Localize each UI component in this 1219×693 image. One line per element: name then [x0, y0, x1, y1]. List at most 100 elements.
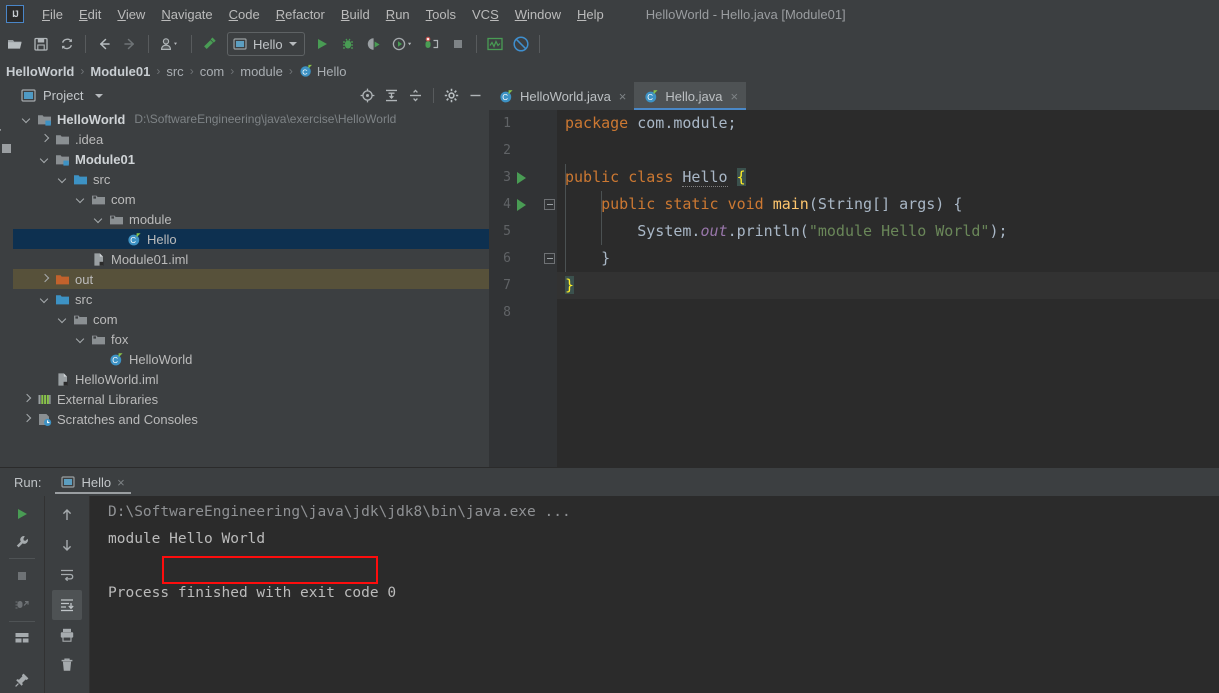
chevron-right-icon[interactable]: [39, 134, 50, 145]
clear-all-button[interactable]: [52, 650, 82, 680]
chevron-right-icon[interactable]: [21, 394, 32, 405]
breadcrumb-item-hello[interactable]: C Hello: [299, 64, 347, 79]
close-icon[interactable]: ×: [619, 89, 627, 104]
gutter-line-4[interactable]: 4: [489, 191, 557, 218]
collapse-all-icon[interactable]: [408, 88, 423, 103]
code-line-5[interactable]: System.out.println("module Hello World")…: [557, 218, 1219, 245]
sync-icon[interactable]: [55, 32, 79, 56]
code-editor[interactable]: 1 2 3 4 5 6 7 8 package com.module; public clas…: [489, 110, 1219, 467]
expand-all-icon[interactable]: [384, 88, 399, 103]
tree-node-helloworld[interactable]: C HelloWorld: [13, 349, 489, 369]
chevron-down-icon[interactable]: [21, 114, 32, 125]
code-line-7[interactable]: }: [557, 272, 1219, 299]
menu-item-tools[interactable]: Tools: [418, 4, 464, 25]
open-icon[interactable]: [3, 32, 27, 56]
menu-item-run[interactable]: Run: [378, 4, 418, 25]
run-gutter-icon[interactable]: [517, 198, 526, 211]
editor-tab-helloworld-java[interactable]: C HelloWorld.java ×: [489, 82, 635, 110]
minimize-icon[interactable]: [468, 88, 483, 103]
tree-node-helloworld[interactable]: HelloWorld D:\SoftwareEngineering\java\ex…: [13, 109, 489, 129]
breadcrumb-item-module[interactable]: module: [240, 64, 283, 79]
profiler-icon[interactable]: [388, 32, 418, 56]
forward-arrow-icon[interactable]: [118, 32, 142, 56]
scroll-down-button[interactable]: [52, 530, 82, 560]
chevron-down-icon[interactable]: [39, 154, 50, 165]
chevron-right-icon[interactable]: [39, 274, 50, 285]
gear-icon[interactable]: [444, 88, 459, 103]
code-fold-icon[interactable]: [544, 199, 555, 210]
debug-bug-icon[interactable]: [336, 32, 360, 56]
stop-button[interactable]: [7, 562, 37, 590]
settings-wrench-button[interactable]: [7, 528, 37, 556]
breadcrumb-item-helloworld[interactable]: HelloWorld: [6, 64, 74, 79]
menu-item-refactor[interactable]: Refactor: [268, 4, 333, 25]
tree-node-hello[interactable]: C Hello: [13, 229, 489, 249]
pin-button[interactable]: [7, 666, 37, 693]
gutter-line-2[interactable]: 2: [489, 137, 557, 164]
chevron-right-icon[interactable]: [21, 414, 32, 425]
chevron-down-icon[interactable]: [288, 42, 297, 46]
tool-window-button-project[interactable]: Project: [0, 86, 2, 146]
menu-item-window[interactable]: Window: [507, 4, 569, 25]
chevron-down-icon[interactable]: [93, 214, 104, 225]
chevron-down-icon[interactable]: [95, 93, 104, 98]
code-line-8[interactable]: [557, 299, 1219, 326]
scroll-to-end-button[interactable]: [52, 590, 82, 620]
back-arrow-icon[interactable]: [92, 32, 116, 56]
build-hammer-icon[interactable]: [198, 32, 222, 56]
code-line-1[interactable]: package com.module;: [557, 110, 1219, 137]
debug-resume-button[interactable]: [7, 590, 37, 618]
gutter-line-3[interactable]: 3: [489, 164, 557, 191]
breadcrumb-item-module01[interactable]: Module01: [90, 64, 150, 79]
locate-icon[interactable]: [360, 88, 375, 103]
tree-node-module01[interactable]: Module01: [13, 149, 489, 169]
gutter-line-1[interactable]: 1: [489, 110, 557, 137]
close-icon[interactable]: ×: [730, 89, 738, 104]
save-all-icon[interactable]: [29, 32, 53, 56]
tree-node-external-libraries[interactable]: External Libraries: [13, 389, 489, 409]
chevron-down-icon[interactable]: [57, 314, 68, 325]
menu-item-build[interactable]: Build: [333, 4, 378, 25]
gutter-line-7[interactable]: 7: [489, 272, 557, 299]
tree-node-com[interactable]: com: [13, 309, 489, 329]
code-line-6[interactable]: }: [557, 245, 1219, 272]
run-icon[interactable]: [310, 32, 334, 56]
profile-icon[interactable]: [155, 32, 185, 56]
chevron-down-icon[interactable]: [39, 294, 50, 305]
breadcrumb-item-src[interactable]: src: [166, 64, 183, 79]
tree-node-scratches-and-consoles[interactable]: Scratches and Consoles: [13, 409, 489, 429]
breadcrumb-item-com[interactable]: com: [200, 64, 225, 79]
editor-gutter[interactable]: 1 2 3 4 5 6 7 8: [489, 110, 557, 467]
chevron-down-icon[interactable]: [57, 174, 68, 185]
print-button[interactable]: [52, 620, 82, 650]
editor-tab-hello-java[interactable]: C Hello.java ×: [634, 82, 747, 110]
monitor-icon[interactable]: [483, 32, 507, 56]
tree-node--idea[interactable]: .idea: [13, 129, 489, 149]
code-fold-icon[interactable]: [544, 253, 555, 264]
soft-wrap-button[interactable]: [52, 560, 82, 590]
tree-node-src[interactable]: src: [13, 289, 489, 309]
close-icon[interactable]: ×: [117, 475, 125, 490]
scroll-up-button[interactable]: [52, 500, 82, 530]
tree-node-com[interactable]: com: [13, 189, 489, 209]
strip-structure-icon[interactable]: [2, 144, 11, 153]
tree-node-helloworld-iml[interactable]: HelloWorld.iml: [13, 369, 489, 389]
run-gutter-icon[interactable]: [517, 171, 526, 184]
menu-item-vcs[interactable]: VCS: [464, 4, 507, 25]
console-output[interactable]: D:\SoftwareEngineering\java\jdk\jdk8\bin…: [90, 496, 1219, 693]
tree-node-out[interactable]: out: [13, 269, 489, 289]
tree-node-src[interactable]: src: [13, 169, 489, 189]
attach-debugger-icon[interactable]: [420, 32, 444, 56]
code-line-2[interactable]: [557, 137, 1219, 164]
layout-button[interactable]: [7, 625, 37, 653]
stop-icon[interactable]: [446, 32, 470, 56]
menu-item-navigate[interactable]: Navigate: [153, 4, 220, 25]
gutter-line-8[interactable]: 8: [489, 299, 557, 326]
disable-icon[interactable]: [509, 32, 533, 56]
code-lines[interactable]: package com.module; public class Hello {…: [557, 110, 1219, 467]
menu-item-code[interactable]: Code: [221, 4, 268, 25]
run-tab-hello[interactable]: Hello ×: [55, 468, 131, 496]
rerun-button[interactable]: [7, 500, 37, 528]
gutter-line-5[interactable]: 5: [489, 218, 557, 245]
menu-item-view[interactable]: View: [109, 4, 153, 25]
